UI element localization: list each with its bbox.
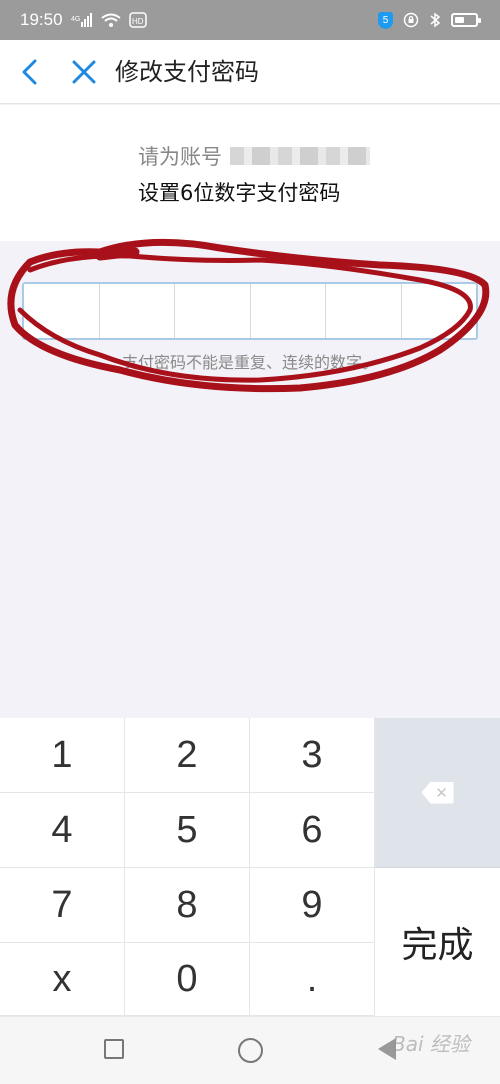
account-label: 请为账号 [138, 145, 222, 169]
close-button[interactable] [68, 56, 100, 88]
chevron-left-icon [22, 59, 37, 85]
home-icon[interactable] [238, 1038, 263, 1063]
key-3[interactable]: 3 [250, 718, 375, 793]
password-digit-6[interactable] [402, 284, 477, 338]
signal-icon: 4G [71, 13, 93, 27]
numeric-keypad: 1 2 3 4 5 6 7 8 9 x 0 . ✕ 完成 [0, 718, 500, 1016]
recent-apps-icon[interactable] [104, 1039, 124, 1059]
password-hint: 支付密码不能是重复、连续的数字。 [121, 353, 378, 372]
password-digit-5[interactable] [326, 284, 402, 338]
hd-label: HD [132, 17, 144, 26]
key-8[interactable]: 8 [125, 868, 250, 943]
key-dot[interactable]: . [250, 943, 375, 1016]
page-title: 修改支付密码 [115, 58, 259, 86]
done-button[interactable]: 完成 [375, 868, 500, 1016]
status-time: 19:50 [20, 10, 63, 29]
key-7[interactable]: 7 [0, 868, 125, 943]
shield-icon: 5 [378, 11, 393, 29]
hd-icon: HD [128, 12, 147, 28]
instruction-text: 设置6位数字支付密码 [138, 181, 341, 205]
key-5[interactable]: 5 [125, 793, 250, 868]
password-digit-1[interactable] [24, 284, 100, 338]
baidu-watermark: Bai 经验 [392, 1032, 470, 1056]
account-line: 请为账号 [138, 141, 370, 171]
wifi-icon [100, 13, 121, 27]
key-0[interactable]: 0 [125, 943, 250, 1016]
key-1[interactable]: 1 [0, 718, 125, 793]
nav-bar: 修改支付密码 [0, 40, 500, 104]
info-area: 请为账号 设置6位数字支付密码 [0, 105, 500, 241]
key-2[interactable]: 2 [125, 718, 250, 793]
password-digit-3[interactable] [175, 284, 251, 338]
key-4[interactable]: 4 [0, 793, 125, 868]
key-6[interactable]: 6 [250, 793, 375, 868]
status-left: 19:50 4G HD [20, 10, 147, 30]
status-right: 5 [378, 11, 481, 29]
back-button[interactable] [14, 56, 46, 88]
battery-icon [451, 13, 481, 27]
password-input[interactable] [22, 282, 478, 340]
password-digit-4[interactable] [251, 284, 326, 338]
delete-button[interactable]: ✕ [375, 718, 500, 868]
key-9[interactable]: 9 [250, 868, 375, 943]
bluetooth-icon [429, 12, 441, 28]
lock-rotation-icon [403, 12, 419, 28]
status-bar: 19:50 4G HD 5 [0, 0, 500, 40]
account-mask [230, 147, 370, 165]
close-icon [72, 60, 96, 84]
network-type: 4G [71, 16, 80, 23]
password-digit-2[interactable] [100, 284, 175, 338]
backspace-icon: ✕ [421, 781, 454, 804]
key-x[interactable]: x [0, 943, 125, 1016]
